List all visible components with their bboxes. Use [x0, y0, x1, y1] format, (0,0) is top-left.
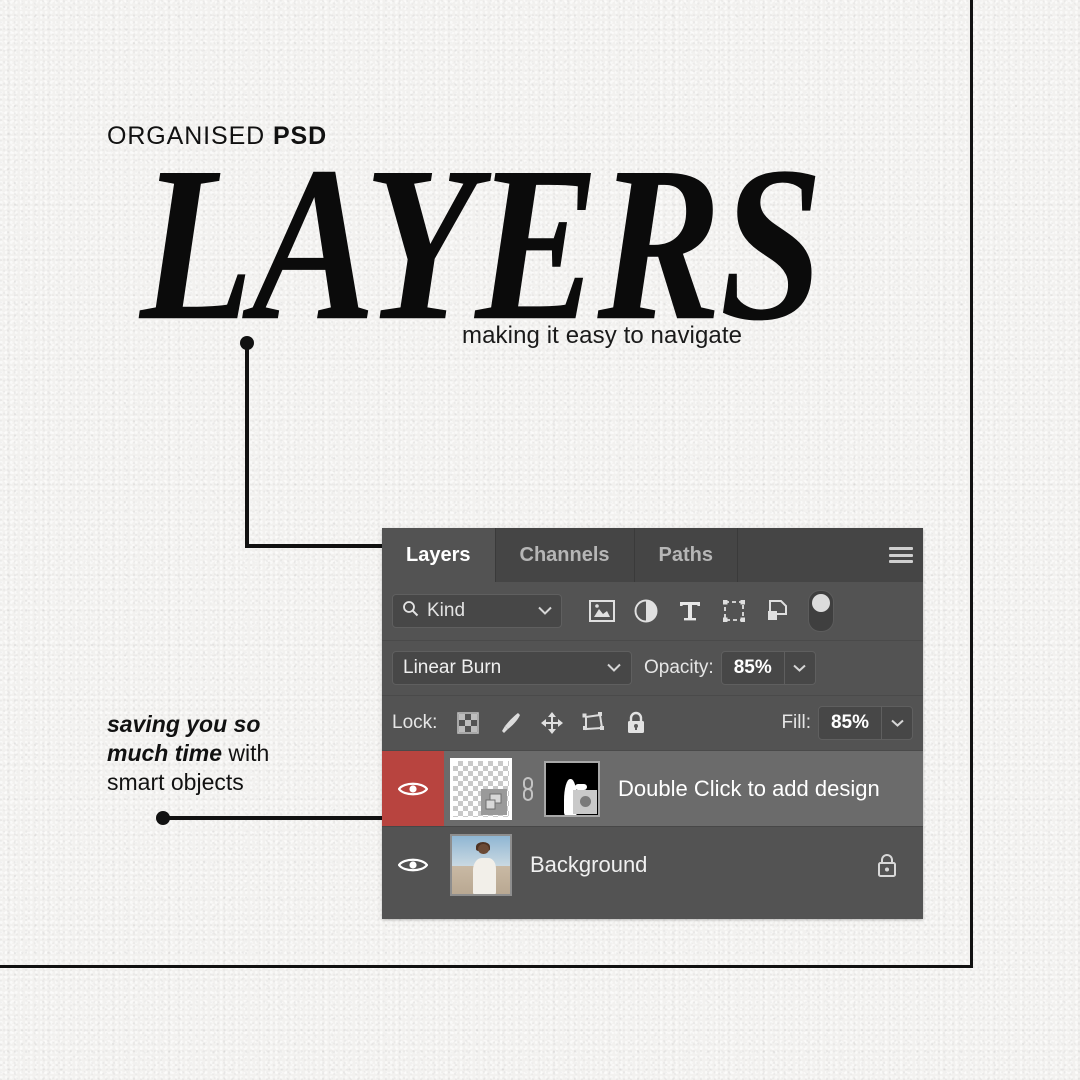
- lock-all-icon[interactable]: [615, 706, 657, 740]
- chevron-down-icon[interactable]: [785, 664, 815, 672]
- eye-visibility-icon: [398, 782, 428, 795]
- filter-icon-row: [580, 590, 834, 632]
- layer-mask-thumbnail[interactable]: [544, 760, 600, 817]
- layer-filter-row: Kind: [382, 582, 923, 641]
- lock-transparency-icon[interactable]: [447, 706, 489, 740]
- blend-mode-value: Linear Burn: [403, 657, 502, 678]
- blend-mode-dropdown[interactable]: Linear Burn: [392, 651, 632, 685]
- tab-layers-label: Layers: [406, 543, 471, 566]
- fill-value: 85%: [830, 712, 870, 733]
- lock-brush-icon[interactable]: [489, 706, 531, 740]
- smart-object-filter-icon[interactable]: [756, 593, 800, 629]
- hamburger-menu-icon[interactable]: [889, 547, 913, 563]
- shape-filter-icon[interactable]: [712, 593, 756, 629]
- smart-object-badge-icon: [481, 788, 507, 815]
- opacity-label: Opacity:: [644, 657, 714, 678]
- adjustment-filter-icon[interactable]: [624, 593, 668, 629]
- background-photo-thumbnail[interactable]: [450, 833, 512, 896]
- panel-callout-vertical-line: [245, 343, 249, 548]
- image-filter-icon[interactable]: [580, 593, 624, 629]
- chevron-down-icon: [538, 602, 552, 620]
- callout-bold-line1: saving you so: [107, 711, 261, 737]
- fill-field[interactable]: 85%: [818, 706, 913, 740]
- callout-rest-line2: with: [222, 739, 270, 766]
- type-filter-icon[interactable]: [668, 593, 712, 629]
- blend-mode-row: Linear Burn Opacity: 85%: [382, 641, 923, 696]
- lock-label: Lock:: [392, 712, 438, 733]
- lock-artboard-icon[interactable]: [573, 706, 615, 740]
- layer-visibility-toggle[interactable]: [382, 827, 444, 902]
- layer-lock-indicator[interactable]: [875, 827, 923, 902]
- filter-toggle-switch[interactable]: [808, 590, 834, 632]
- callout-line3: smart objects: [107, 768, 244, 795]
- layer-visibility-toggle[interactable]: [382, 751, 444, 826]
- lock-move-icon[interactable]: [531, 706, 573, 740]
- photoshop-layers-panel: Layers Channels Paths Kind Linear Burn O…: [382, 528, 923, 919]
- table-row[interactable]: Double Click to add design: [382, 751, 923, 826]
- tab-paths-label: Paths: [658, 543, 713, 566]
- smart-object-callout-text: saving you so much time with smart objec…: [107, 710, 407, 797]
- smart-object-thumbnail[interactable]: [450, 757, 512, 820]
- tab-paths[interactable]: Paths: [635, 528, 738, 582]
- opacity-value: 85%: [733, 657, 772, 678]
- eye-visibility-icon: [398, 858, 428, 871]
- tab-channels[interactable]: Channels: [496, 528, 635, 582]
- kind-filter-dropdown[interactable]: Kind: [392, 594, 562, 628]
- panel-bottom-strip: [382, 902, 923, 919]
- panel-tab-bar: Layers Channels Paths: [382, 528, 923, 582]
- search-icon: [402, 600, 419, 622]
- fill-label: Fill:: [781, 712, 811, 733]
- opacity-field[interactable]: 85%: [720, 651, 816, 685]
- lock-row: Lock: Fill: 85%: [382, 696, 923, 751]
- callout-bold-line2: much time: [107, 739, 223, 766]
- chevron-down-icon[interactable]: [882, 719, 912, 727]
- layer-name[interactable]: Double Click to add design: [600, 751, 923, 826]
- padlock-icon: [878, 853, 896, 877]
- layer-name[interactable]: Background: [512, 827, 875, 902]
- tab-channels-label: Channels: [519, 543, 610, 566]
- link-mask-icon[interactable]: [520, 775, 536, 803]
- frame-horizontal-rule: [0, 965, 973, 968]
- frame-vertical-rule: [970, 0, 973, 968]
- layer-thumbnails: [444, 827, 512, 902]
- chevron-down-icon: [607, 659, 621, 677]
- kind-filter-label: Kind: [427, 600, 466, 621]
- tab-layers[interactable]: Layers: [382, 528, 496, 582]
- layer-thumbnails: [444, 751, 600, 826]
- subtitle: making it easy to navigate: [462, 322, 743, 349]
- table-row[interactable]: Background: [382, 826, 923, 902]
